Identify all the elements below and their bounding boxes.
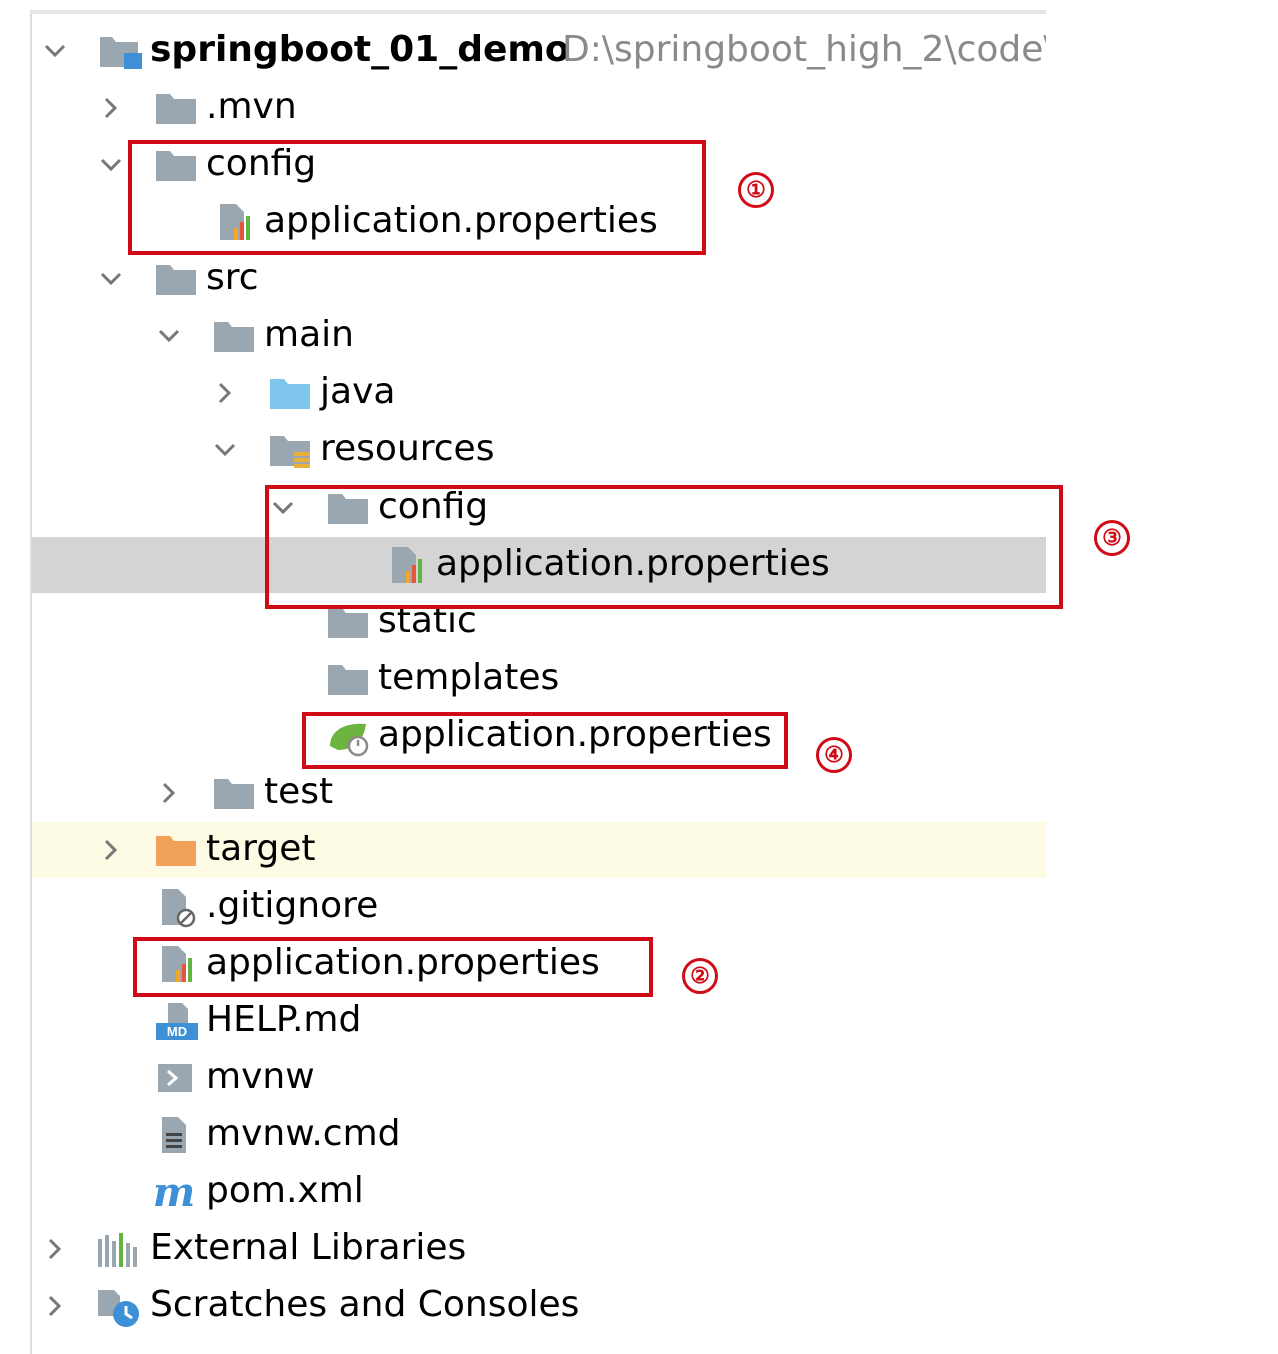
chevron-right-icon[interactable] — [40, 1234, 70, 1264]
svg-text:m: m — [153, 1169, 195, 1216]
tree-label: .mvn — [206, 86, 297, 127]
tree-row-java[interactable]: java — [0, 364, 1046, 421]
chevron-right-icon[interactable] — [210, 378, 240, 408]
annotation-box-3 — [265, 485, 1063, 609]
tree-row-mvnw[interactable]: mvnw — [0, 1049, 1046, 1106]
folder-icon — [212, 773, 258, 813]
folder-icon — [212, 316, 258, 356]
tree-label: main — [264, 314, 354, 355]
chevron-right-icon[interactable] — [40, 1291, 70, 1321]
tree-row-external-libraries[interactable]: External Libraries — [0, 1220, 1046, 1277]
tree-label: mvnw — [206, 1056, 315, 1097]
folder-icon — [154, 259, 200, 299]
annotation-box-2 — [133, 937, 653, 997]
tree-label: resources — [320, 428, 495, 469]
project-name: springboot_01_demo — [150, 29, 570, 70]
tree-label: src — [206, 257, 259, 298]
tree-label: templates — [378, 657, 560, 698]
library-icon — [96, 1229, 142, 1269]
tree-row-scratches[interactable]: Scratches and Consoles — [0, 1277, 1046, 1334]
text-file-icon — [156, 1115, 202, 1155]
resources-folder-icon — [268, 430, 314, 470]
tree-row-gitignore[interactable]: .gitignore — [0, 878, 1046, 935]
tree-label: External Libraries — [150, 1227, 467, 1268]
tree-row-project[interactable]: springboot_01_demo D:\springboot_high_2\… — [0, 22, 1046, 79]
folder-icon — [154, 88, 200, 128]
tree-row-target[interactable]: target — [0, 821, 1046, 878]
chevron-right-icon[interactable] — [154, 778, 184, 808]
annotation-number-3: ③ — [1094, 520, 1130, 556]
tree-row-resources[interactable]: resources — [0, 421, 1046, 478]
scratches-icon — [96, 1286, 142, 1327]
tree-label: java — [320, 371, 396, 412]
annotation-box-1 — [128, 140, 706, 255]
chevron-down-icon[interactable] — [96, 150, 126, 180]
shell-script-icon — [156, 1058, 202, 1098]
annotation-box-4 — [302, 712, 788, 769]
markdown-file-icon: MD — [156, 1001, 202, 1041]
chevron-down-icon[interactable] — [154, 321, 184, 351]
tree-label: .gitignore — [206, 885, 379, 926]
tree-label: HELP.md — [206, 999, 362, 1040]
tree-label: pom.xml — [206, 1170, 364, 1211]
tree-label: Scratches and Consoles — [150, 1284, 580, 1325]
chevron-down-icon[interactable] — [210, 435, 240, 465]
tree-label: target — [206, 828, 316, 869]
project-path: D:\springboot_high_2\code\ — [562, 29, 1046, 70]
tree-row-pom[interactable]: m pom.xml — [0, 1163, 1046, 1220]
tree-label: test — [264, 771, 334, 812]
tree-row-test[interactable]: test — [0, 764, 1046, 821]
ignore-file-icon — [156, 887, 202, 928]
module-folder-icon — [98, 31, 144, 71]
annotation-number-4: ④ — [816, 737, 852, 773]
excluded-folder-icon — [154, 830, 200, 870]
tree-row-mvn[interactable]: .mvn — [0, 79, 1046, 136]
tree-row-mvnw-cmd[interactable]: mvnw.cmd — [0, 1106, 1046, 1163]
tree-row-main[interactable]: main — [0, 307, 1046, 364]
panel-top-edge — [30, 10, 1046, 14]
maven-icon: m — [152, 1169, 198, 1216]
chevron-right-icon[interactable] — [96, 93, 126, 123]
tree-row-help-md[interactable]: MD HELP.md — [0, 992, 1046, 1049]
tree-label: mvnw.cmd — [206, 1113, 401, 1154]
tree-row-src[interactable]: src — [0, 250, 1046, 307]
svg-text:MD: MD — [167, 1024, 187, 1039]
annotation-number-1: ① — [738, 172, 774, 208]
project-tool-window: springboot_01_demo D:\springboot_high_2\… — [0, 0, 1278, 1354]
chevron-down-icon[interactable] — [40, 36, 70, 66]
source-folder-icon — [268, 373, 314, 413]
chevron-right-icon[interactable] — [96, 835, 126, 865]
chevron-down-icon[interactable] — [96, 264, 126, 294]
annotation-number-2: ② — [682, 958, 718, 994]
folder-icon — [326, 659, 372, 699]
tree-row-templates[interactable]: templates — [0, 650, 1046, 707]
